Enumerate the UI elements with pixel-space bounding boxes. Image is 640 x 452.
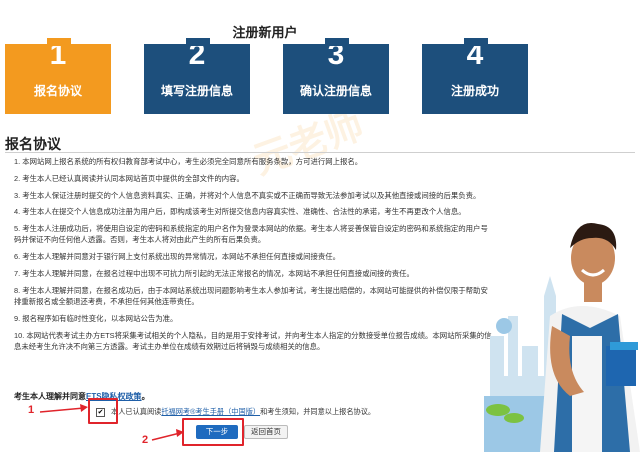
agreement-terms: 1. 本网站网上报名系统的所有权归教育部考试中心，考生必须完全同意所有服务条款，…	[14, 156, 494, 358]
handbook-link[interactable]: 托福网考®考生手册（中国版）	[161, 407, 260, 416]
page-title: 注册新用户	[232, 25, 298, 40]
annotation-number-1: 1	[28, 404, 35, 416]
step-4-success: 4 注册成功	[422, 38, 528, 114]
term-item: 2. 考生本人已经认真阅读并认同本网站首页中提供的全部文件的内容。	[14, 173, 244, 183]
annotation-box-consent	[88, 398, 118, 424]
consent-text-suffix: 和考生须知，并同意以上报名协议。	[260, 407, 376, 416]
agreement-title: 报名协议	[5, 136, 61, 152]
step-label: 确认注册信息	[299, 84, 372, 98]
term-item: 8. 考生本人理解并同意，在报名成功后，由于本网站系统出现问题影响考生本人参加考…	[14, 285, 488, 306]
term-item: 9. 报名程序如有临时性变化，以本网站公告为准。	[14, 313, 178, 323]
step-label: 注册成功	[450, 84, 499, 98]
step-2-fill-info: 2 填写注册信息	[144, 38, 250, 114]
annotation-arrow-1	[39, 404, 88, 413]
divider	[5, 152, 635, 153]
term-item: 6. 考生本人理解并同意对于银行网上支付系统出现的异常情况，本网站不承担任何直接…	[14, 252, 341, 262]
step-label: 填写注册信息	[160, 84, 233, 98]
step-label: 报名协议	[33, 84, 82, 98]
next-button[interactable]: 下一步	[196, 425, 238, 439]
term-item: 3. 考生本人保证注册时提交的个人信息资料真实、正确，并将对个人信息不真实或不正…	[14, 190, 481, 200]
term-item: 1. 本网站网上报名系统的所有权归教育部考试中心，考生必须完全同意所有服务条款，…	[14, 157, 363, 166]
student-illustration	[484, 223, 640, 452]
consent-row: ✔ 本人已认真阅读托福网考®考生手册（中国版）和考生须知，并同意以上报名协议。	[88, 400, 432, 424]
back-home-button[interactable]: 返回首页	[244, 425, 288, 439]
term-item: 5. 考生本人注册成功后，将使用自设定的密码和系统指定的用户名作为登录本网站的依…	[14, 224, 488, 245]
step-1-agreement: 1 报名协议	[5, 38, 111, 114]
consent-text-prefix: 本人已认真阅读	[111, 407, 162, 416]
privacy-hint-prefix: 考生本人理解并同意	[14, 392, 86, 401]
term-item: 7. 考生本人理解并同意，在报名过程中出现不可抗力所引起的无法正常报名的情况，本…	[14, 268, 414, 278]
term-item: 4. 考生本人在提交个人信息成功注册为用户后，即构成该考生对所提交信息内容真实性…	[14, 207, 466, 217]
annotation-number-2: 2	[142, 434, 149, 446]
term-item: 10. 本网站代表考试主办方ETS将采集考试相关的个人隐私，目的是用于安排考试，…	[14, 330, 492, 351]
step-3-confirm-info: 3 确认注册信息	[283, 38, 389, 114]
consent-label: 本人已认真阅读托福网考®考生手册（中国版）和考生须知，并同意以上报名协议。	[111, 407, 375, 417]
annotation-arrow-2	[151, 429, 184, 441]
